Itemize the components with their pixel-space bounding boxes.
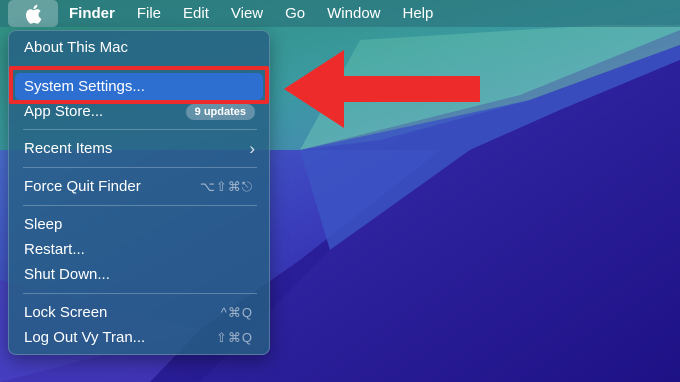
menu-item-label: Sleep — [24, 216, 63, 233]
menu-item-force-quit[interactable]: Force Quit Finder ⌥⇧⌘⎋ — [15, 175, 263, 199]
menu-finder[interactable]: Finder — [58, 0, 126, 27]
menu-bar: Finder File Edit View Go Window Help — [0, 0, 680, 27]
menu-item-log-out[interactable]: Log Out Vy Tran... ⇧⌘Q — [15, 326, 263, 350]
menu-item-restart[interactable]: Restart... — [15, 238, 263, 262]
keyboard-shortcut: ^⌘Q — [220, 305, 253, 320]
menu-help[interactable]: Help — [392, 0, 445, 27]
menu-separator — [23, 129, 257, 130]
menu-item-label: Lock Screen — [24, 304, 108, 321]
menu-window[interactable]: Window — [316, 0, 391, 27]
chevron-right-icon: › — [249, 139, 255, 158]
menu-item-shut-down[interactable]: Shut Down... — [15, 263, 263, 287]
menu-item-label: Shut Down... — [24, 266, 110, 283]
menu-separator — [23, 167, 257, 168]
annotation-arrow-icon — [284, 50, 480, 128]
menu-item-lock-screen[interactable]: Lock Screen ^⌘Q — [15, 301, 263, 325]
annotation-highlight-box — [9, 66, 269, 104]
menu-item-label: Force Quit Finder — [24, 178, 141, 195]
menu-item-sleep[interactable]: Sleep — [15, 213, 263, 237]
keyboard-shortcut: ⌥⇧⌘⎋ — [199, 179, 253, 194]
menu-item-label: Restart... — [24, 241, 85, 258]
menu-item-label: Log Out Vy Tran... — [24, 329, 146, 346]
menu-edit[interactable]: Edit — [172, 0, 220, 27]
keyboard-shortcut: ⇧⌘Q — [215, 330, 253, 345]
menu-item-label: About This Mac — [24, 39, 128, 56]
menu-separator — [23, 293, 257, 294]
apple-logo-icon — [24, 4, 42, 24]
menu-separator — [23, 205, 257, 206]
apple-menu-button[interactable] — [8, 0, 58, 27]
menu-item-label: Recent Items — [24, 140, 113, 157]
updates-badge: 9 updates — [185, 104, 255, 120]
menu-item-label: App Store... — [24, 103, 104, 120]
menu-view[interactable]: View — [220, 0, 274, 27]
menu-file[interactable]: File — [126, 0, 172, 27]
menu-item-recent-items[interactable]: Recent Items › — [15, 137, 263, 161]
menu-item-about-this-mac[interactable]: About This Mac — [15, 36, 263, 60]
menu-go[interactable]: Go — [274, 0, 316, 27]
